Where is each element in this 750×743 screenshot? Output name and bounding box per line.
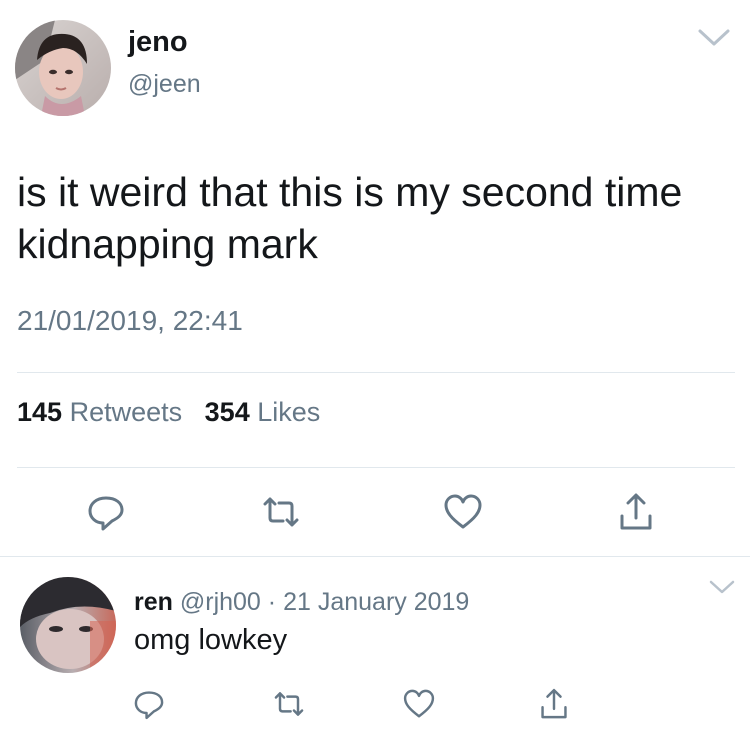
like-icon[interactable]: [441, 490, 485, 534]
reply-icon[interactable]: [84, 490, 128, 534]
like-count[interactable]: 354: [205, 397, 250, 427]
username-handle[interactable]: @rjh00: [180, 588, 261, 616]
divider: [17, 372, 735, 373]
divider: [17, 467, 735, 468]
retweets-label[interactable]: Retweets: [70, 397, 183, 427]
likes-label[interactable]: Likes: [257, 397, 320, 427]
username-handle[interactable]: @jeen: [128, 70, 201, 99]
retweet-icon[interactable]: [259, 490, 303, 534]
avatar[interactable]: [20, 577, 116, 673]
display-name[interactable]: ren: [134, 588, 173, 616]
separator: ·: [267, 588, 277, 616]
tweet-text: is it weird that this is my second time …: [17, 169, 683, 267]
retweet-icon[interactable]: [271, 686, 307, 722]
reply-text: omg lowkey: [134, 624, 288, 656]
chevron-down-icon[interactable]: [708, 578, 736, 596]
like-icon[interactable]: [401, 686, 437, 722]
chevron-down-icon[interactable]: [696, 26, 732, 50]
share-icon[interactable]: [614, 490, 658, 534]
tweet-stats: 145 Retweets 354 Likes: [17, 397, 320, 428]
divider: [0, 556, 750, 557]
reply-date[interactable]: 21 January 2019: [283, 588, 469, 616]
display-name[interactable]: jeno: [128, 26, 188, 59]
retweet-count[interactable]: 145: [17, 397, 62, 427]
share-icon[interactable]: [536, 686, 572, 722]
tweet-timestamp[interactable]: 21/01/2019, 22:41: [17, 305, 243, 337]
reply-icon[interactable]: [131, 686, 167, 722]
avatar[interactable]: [15, 20, 111, 116]
reply-header: ren @rjh00 · 21 January 2019: [134, 588, 469, 617]
